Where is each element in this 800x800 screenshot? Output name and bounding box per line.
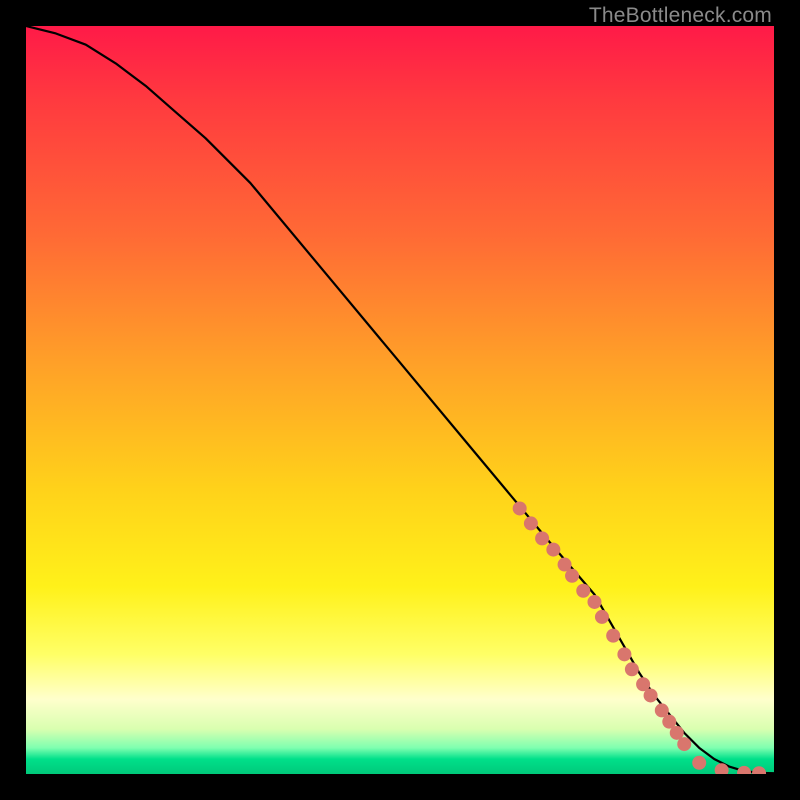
marker-dot <box>677 737 691 751</box>
watermark-text: TheBottleneck.com <box>589 4 772 28</box>
marker-dot <box>737 766 751 774</box>
chart-svg <box>26 26 774 774</box>
marker-dot <box>546 543 560 557</box>
chart-frame: TheBottleneck.com <box>0 0 800 800</box>
plot-area <box>26 26 774 774</box>
marker-dot <box>625 662 639 676</box>
marker-dot <box>644 688 658 702</box>
marker-dot <box>606 629 620 643</box>
marker-dot <box>692 756 706 770</box>
marker-dot <box>576 584 590 598</box>
marker-dot <box>617 647 631 661</box>
marker-dot <box>565 569 579 583</box>
marker-dot <box>535 531 549 545</box>
marker-dot <box>587 595 601 609</box>
marker-dot <box>524 516 538 530</box>
marker-dot <box>752 766 766 774</box>
marker-dot <box>513 501 527 515</box>
curve-line <box>26 26 774 773</box>
marker-dot <box>595 610 609 624</box>
